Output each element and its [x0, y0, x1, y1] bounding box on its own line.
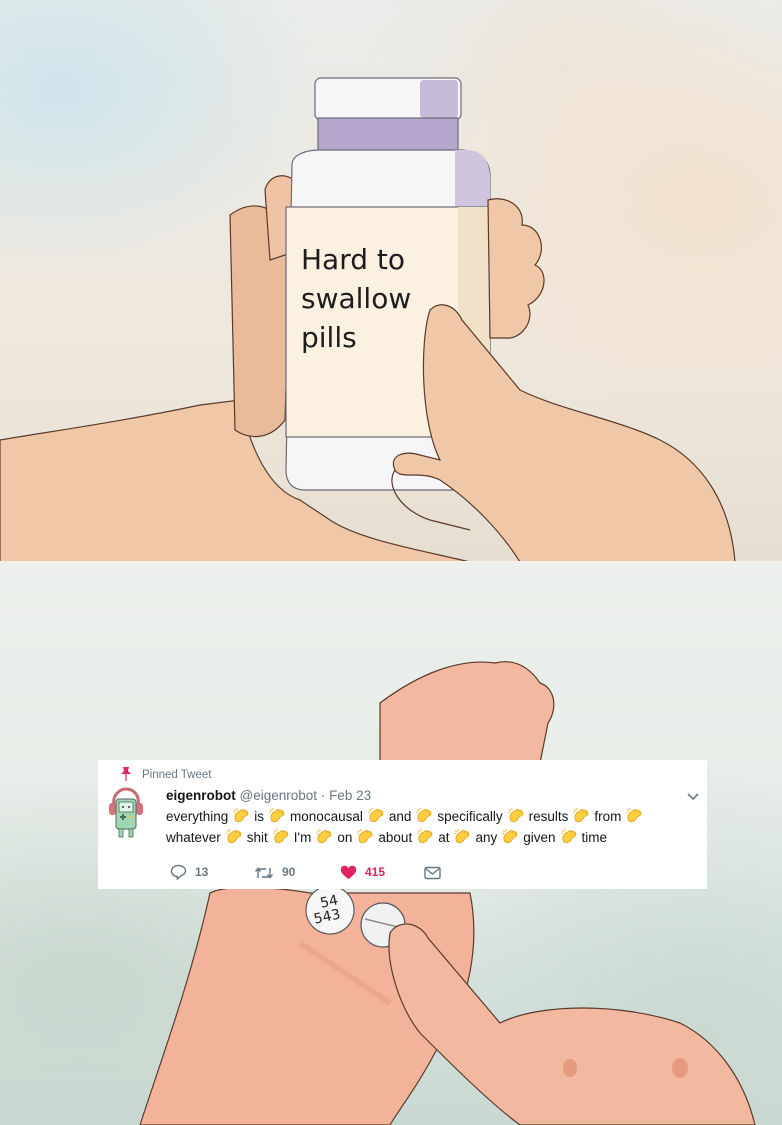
tweet-word: I'm — [293, 830, 312, 845]
meme-top-panel: Hard to swallow pills — [0, 0, 782, 562]
tweet-word: at — [438, 830, 450, 845]
clap-emoji — [233, 807, 249, 823]
heart-icon — [340, 865, 357, 879]
clap-emoji — [560, 828, 576, 844]
tweet-word: about — [378, 830, 413, 845]
like-button[interactable]: 415 — [340, 863, 385, 881]
label-line: pills — [301, 321, 357, 354]
clap-emoji — [269, 807, 285, 823]
tweet-text-line-2: whatever shit I'm on about at any given time — [166, 828, 607, 848]
clap-emoji — [226, 828, 242, 844]
like-count: 415 — [365, 865, 386, 879]
clap-emoji — [368, 807, 384, 823]
clap-emoji — [357, 828, 373, 844]
clap-emoji — [273, 828, 289, 844]
label-line: swallow — [301, 282, 412, 315]
pill-imprint-bottom: 543 — [312, 906, 341, 927]
reply-button[interactable]: 13 — [170, 863, 208, 881]
clap-emoji — [626, 807, 642, 823]
pinned-tweet-header: Pinned Tweet — [121, 767, 212, 782]
clap-emoji — [502, 828, 518, 844]
clap-emoji — [417, 828, 433, 844]
label-line: Hard to — [301, 243, 406, 276]
direct-message-button[interactable] — [424, 863, 449, 881]
retweet-button[interactable]: 90 — [254, 863, 295, 881]
clap-emoji — [416, 807, 432, 823]
pinned-tweet-card[interactable]: Pinned Tweet eigenrobot @eigenrobot · Fe… — [98, 760, 707, 889]
tweet-date[interactable]: Feb 23 — [329, 788, 371, 803]
clap-emoji — [507, 807, 524, 823]
handle[interactable]: @eigenrobot — [240, 788, 318, 803]
tweet-word: specifically — [437, 809, 503, 824]
reply-icon — [170, 864, 187, 881]
tweet-word: and — [388, 809, 412, 824]
retweet-count: 90 — [282, 865, 296, 879]
pinned-label: Pinned Tweet — [142, 769, 212, 781]
tweet-word: is — [254, 809, 265, 824]
tweet-header: eigenrobot @eigenrobot · Feb 23 — [166, 788, 371, 804]
tweet-text-line-1: everything is monocausal and specifically res… — [166, 807, 647, 827]
clap-emoji — [573, 807, 589, 823]
tweet-word: shit — [246, 830, 268, 845]
chevron-down-icon[interactable] — [687, 790, 699, 802]
tweet-word: from — [594, 809, 622, 824]
tweet-word: time — [581, 830, 608, 845]
tweet-word: given — [523, 830, 556, 845]
tweet-word: whatever — [166, 830, 221, 845]
tweet-word: everything — [166, 809, 229, 824]
tweet-word: any — [475, 830, 498, 845]
pin-icon — [121, 767, 131, 781]
clap-emoji — [454, 828, 470, 844]
clap-emoji — [316, 828, 332, 844]
tweet-word: monocausal — [290, 809, 363, 824]
bottle-label: Hard to swallow pills — [301, 240, 451, 357]
envelope-icon — [424, 866, 441, 880]
avatar[interactable] — [106, 787, 146, 839]
display-name[interactable]: eigenrobot — [166, 788, 236, 803]
separator: · — [320, 788, 326, 803]
retweet-icon — [254, 867, 274, 879]
reply-count: 13 — [195, 865, 209, 879]
tweet-word: on — [337, 830, 353, 845]
tweet-word: results — [528, 809, 569, 824]
